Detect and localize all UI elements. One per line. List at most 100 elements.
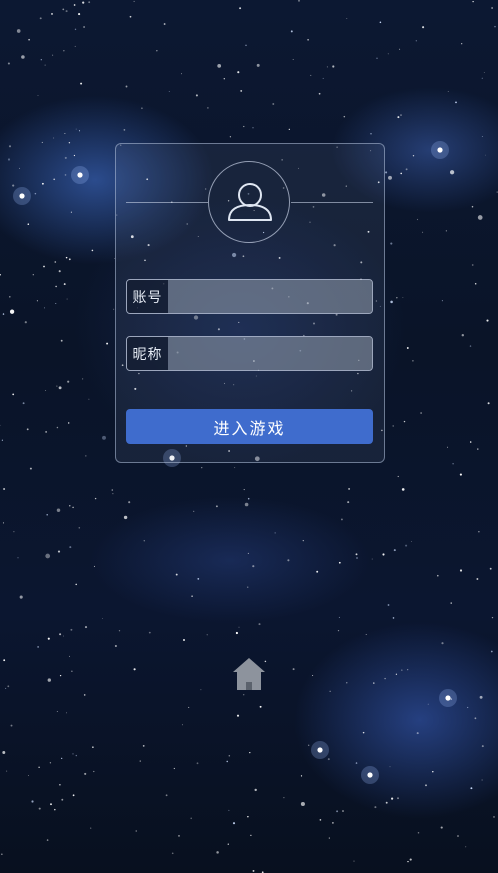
star — [34, 192, 37, 195]
star — [80, 82, 83, 85]
star — [487, 402, 490, 405]
bright-star — [445, 695, 451, 701]
star — [406, 347, 409, 349]
star — [425, 784, 427, 787]
star — [405, 168, 408, 171]
star — [123, 515, 128, 520]
star — [36, 300, 38, 302]
star — [346, 18, 348, 20]
star — [7, 158, 11, 161]
star — [22, 402, 25, 405]
star — [461, 43, 463, 45]
star — [396, 297, 398, 299]
star — [376, 57, 378, 59]
star — [0, 424, 1, 426]
star — [392, 425, 394, 427]
star — [238, 626, 240, 628]
star — [83, 26, 86, 28]
star — [31, 800, 34, 803]
star — [440, 826, 443, 829]
star — [228, 809, 230, 811]
star — [7, 685, 10, 688]
star — [322, 77, 324, 79]
nickname-input[interactable] — [168, 337, 372, 370]
account-input[interactable] — [168, 280, 372, 313]
star — [337, 629, 340, 632]
star — [481, 77, 483, 79]
star — [165, 794, 168, 797]
star — [38, 766, 40, 768]
star — [484, 154, 486, 156]
star — [388, 175, 392, 180]
star — [412, 359, 414, 362]
star — [385, 171, 388, 174]
star — [232, 822, 236, 825]
star — [17, 557, 19, 559]
star — [476, 578, 479, 580]
star — [307, 38, 309, 41]
star — [481, 779, 483, 781]
star — [2, 313, 5, 315]
star — [181, 724, 183, 726]
user-icon — [228, 183, 272, 221]
star — [346, 682, 348, 684]
star — [412, 155, 415, 157]
star — [64, 156, 67, 159]
star — [7, 62, 10, 65]
star — [477, 448, 479, 450]
star — [123, 129, 126, 131]
star — [64, 133, 66, 134]
star — [437, 574, 439, 577]
star — [405, 544, 408, 547]
star — [469, 441, 472, 443]
star — [247, 497, 250, 500]
star — [298, 0, 300, 2]
star — [114, 644, 117, 648]
star — [312, 674, 314, 677]
star — [2, 522, 5, 524]
star — [54, 808, 56, 811]
star — [252, 127, 254, 129]
star — [250, 834, 252, 837]
star — [256, 63, 260, 67]
star — [70, 211, 72, 213]
star — [19, 595, 23, 599]
star — [10, 724, 13, 727]
star — [50, 803, 52, 806]
star — [29, 467, 32, 470]
home-button[interactable] — [231, 655, 267, 691]
star — [54, 261, 57, 263]
star — [340, 518, 343, 521]
star — [63, 283, 66, 286]
star — [38, 807, 41, 810]
star — [409, 858, 412, 861]
star — [143, 540, 146, 542]
star — [348, 487, 351, 490]
enter-game-button[interactable]: 进入游戏 — [126, 409, 373, 444]
star — [397, 475, 399, 478]
star — [390, 300, 393, 304]
star — [183, 639, 185, 641]
star — [56, 385, 58, 387]
star — [69, 546, 72, 549]
star — [90, 827, 92, 829]
star — [216, 851, 219, 854]
star — [459, 569, 463, 572]
star — [64, 174, 67, 176]
star — [252, 869, 255, 872]
star — [249, 751, 251, 754]
star — [371, 558, 373, 560]
star — [70, 628, 73, 631]
star — [69, 655, 71, 657]
star — [365, 634, 367, 636]
star — [467, 706, 469, 709]
star — [129, 15, 132, 18]
star — [447, 446, 448, 448]
star — [494, 25, 496, 28]
star — [40, 59, 42, 61]
star — [355, 762, 358, 764]
bright-star — [367, 772, 373, 778]
star — [3, 659, 6, 662]
star — [481, 135, 483, 138]
star — [389, 766, 391, 768]
